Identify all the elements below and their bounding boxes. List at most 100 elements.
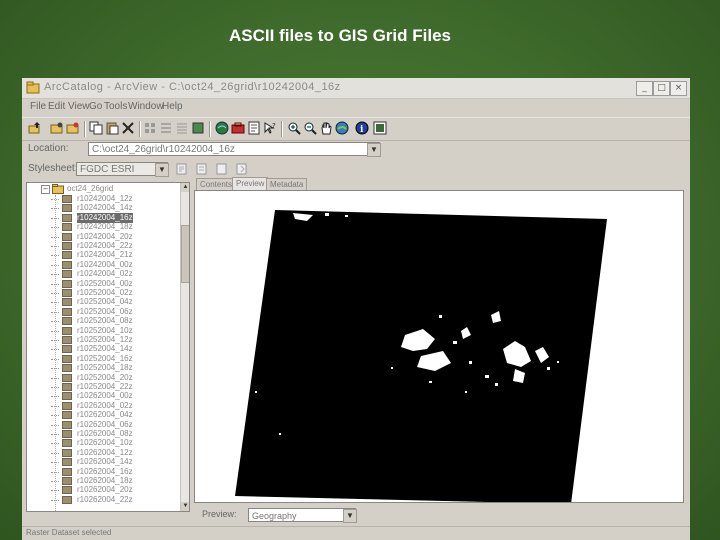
status-bar: Raster Dataset selected bbox=[22, 526, 690, 540]
raster-grid-icon bbox=[62, 345, 72, 354]
location-input[interactable]: C:\oct24_26grid\r10242004_16z bbox=[88, 142, 380, 156]
raster-grid-icon bbox=[62, 289, 72, 297]
window-titlebar[interactable]: ArcCatalog - ArcView - C:\oct24_26grid\r… bbox=[22, 78, 690, 99]
up-one-level-icon[interactable] bbox=[28, 121, 42, 135]
metadata-icon[interactable] bbox=[247, 121, 261, 135]
stylesheet-dropdown-icon[interactable]: ▼ bbox=[155, 163, 169, 177]
list-icon[interactable] bbox=[159, 121, 173, 135]
stylesheet-label: Stylesheet: bbox=[28, 163, 78, 174]
tab-metadata[interactable]: Metadata bbox=[266, 178, 308, 190]
raster-grid-icon bbox=[62, 392, 72, 401]
view-tabs: Contents Preview Metadata bbox=[194, 177, 684, 190]
edit-metadata-icon[interactable] bbox=[176, 163, 188, 175]
location-label: Location: bbox=[28, 143, 69, 154]
arccatalog-window: ArcCatalog - ArcView - C:\oct24_26grid\r… bbox=[22, 78, 690, 540]
copy-icon[interactable] bbox=[89, 121, 103, 135]
raster-grid-icon bbox=[62, 298, 72, 307]
raster-grid-icon bbox=[62, 232, 72, 241]
large-icons-icon[interactable] bbox=[143, 121, 157, 135]
raster-grid-icon bbox=[62, 364, 72, 373]
raster-grid-icon bbox=[62, 317, 72, 326]
raster-grid-icon bbox=[62, 223, 72, 232]
menu-window[interactable]: Window bbox=[128, 101, 164, 112]
whats-this-icon[interactable]: ? bbox=[263, 121, 277, 135]
menu-help[interactable]: Help bbox=[162, 101, 183, 112]
preview-label: Preview: bbox=[202, 509, 237, 519]
scroll-down-icon[interactable]: ▼ bbox=[181, 502, 189, 511]
stylesheet-bar: Stylesheet: FGDC ESRI ▼ bbox=[22, 160, 690, 180]
export-metadata-icon[interactable] bbox=[236, 163, 248, 175]
full-extent-icon[interactable] bbox=[335, 121, 349, 135]
raster-grid-icon bbox=[62, 448, 72, 457]
tree-root[interactable]: − oct24_26grid bbox=[27, 184, 177, 194]
arccatalog-app-icon bbox=[26, 81, 40, 94]
raster-grid-icon bbox=[62, 336, 72, 344]
raster-grid-icon bbox=[62, 430, 72, 438]
standard-toolbar: ? i bbox=[22, 117, 690, 141]
arcmap-icon[interactable] bbox=[215, 121, 229, 135]
paste-icon[interactable] bbox=[105, 121, 119, 135]
identify-icon[interactable]: i bbox=[355, 121, 369, 135]
preview-dropdown-icon[interactable]: ▼ bbox=[343, 509, 357, 523]
thumbnails-icon[interactable] bbox=[191, 121, 205, 135]
raster-grid-icon bbox=[62, 411, 72, 420]
catalog-tree[interactable]: − oct24_26grid r10242004_12z r10242004_14… bbox=[26, 182, 190, 512]
raster-grid-icon bbox=[62, 242, 72, 250]
raster-grid-icon bbox=[62, 458, 72, 467]
metadata-properties-icon[interactable] bbox=[196, 163, 208, 175]
pan-icon[interactable] bbox=[319, 121, 333, 135]
raster-grid-icon bbox=[62, 495, 72, 504]
menu-tools[interactable]: Tools bbox=[104, 101, 127, 112]
raster-grid-icon bbox=[62, 383, 72, 391]
menu-go[interactable]: Go bbox=[89, 101, 102, 112]
folder-icon bbox=[52, 184, 64, 194]
scroll-up-icon[interactable]: ▲ bbox=[181, 183, 189, 192]
location-dropdown-icon[interactable]: ▼ bbox=[367, 143, 381, 157]
create-thumbnail-icon[interactable] bbox=[373, 121, 387, 135]
tree-item[interactable]: r10262004_22z bbox=[27, 495, 177, 505]
raster-grid-icon bbox=[62, 477, 72, 485]
raster-grid-icon bbox=[62, 401, 72, 410]
slide-title: ASCII files to GIS Grid Files bbox=[229, 26, 451, 45]
raster-grid-icon bbox=[62, 354, 72, 363]
menu-view[interactable]: View bbox=[68, 101, 90, 112]
svg-text:i: i bbox=[360, 125, 364, 135]
zoom-in-icon[interactable] bbox=[287, 121, 301, 135]
svg-text:?: ? bbox=[272, 122, 276, 130]
collapse-icon[interactable]: − bbox=[41, 185, 50, 194]
menu-edit[interactable]: Edit bbox=[48, 101, 65, 112]
raster-grid-icon bbox=[62, 326, 72, 335]
arctoolbox-icon[interactable] bbox=[231, 121, 245, 135]
raster-grid-icon bbox=[62, 467, 72, 476]
raster-grid-icon bbox=[62, 486, 72, 495]
close-button[interactable]: × bbox=[670, 81, 687, 96]
delete-icon[interactable] bbox=[121, 121, 135, 135]
tab-preview[interactable]: Preview bbox=[232, 177, 269, 190]
raster-grid-icon bbox=[62, 279, 72, 288]
raster-grid-icon bbox=[62, 420, 72, 429]
raster-grid-icon bbox=[62, 307, 72, 316]
tree-scrollbar[interactable]: ▲ ▼ bbox=[180, 183, 189, 511]
tree-root-label: oct24_26grid bbox=[67, 184, 114, 193]
raster-grid-icon bbox=[62, 439, 72, 448]
menu-bar: File Edit View Go Tools Window Help bbox=[22, 99, 690, 116]
raster-grid-icon bbox=[62, 260, 72, 269]
raster-grid-icon bbox=[62, 204, 72, 213]
scroll-thumb[interactable] bbox=[181, 225, 189, 283]
zoom-out-icon[interactable] bbox=[303, 121, 317, 135]
maximize-button[interactable]: □ bbox=[653, 81, 670, 96]
connect-folder-icon[interactable] bbox=[50, 121, 64, 135]
preview-bottom-bar: Preview: Geography ▼ bbox=[194, 506, 684, 524]
raster-grid-icon bbox=[62, 373, 72, 382]
menu-file[interactable]: File bbox=[30, 101, 46, 112]
raster-grid-icon bbox=[62, 270, 72, 279]
details-icon[interactable] bbox=[175, 121, 189, 135]
preview-type-select[interactable]: Geography bbox=[248, 508, 356, 522]
disconnect-folder-icon[interactable] bbox=[66, 121, 80, 135]
minimize-button[interactable]: _ bbox=[636, 81, 653, 96]
preview-pane[interactable] bbox=[194, 190, 684, 504]
import-metadata-icon[interactable] bbox=[216, 163, 228, 175]
raster-preview-image bbox=[235, 210, 607, 504]
window-title: ArcCatalog - ArcView - C:\oct24_26grid\r… bbox=[44, 81, 341, 93]
tab-contents[interactable]: Contents bbox=[196, 178, 237, 190]
